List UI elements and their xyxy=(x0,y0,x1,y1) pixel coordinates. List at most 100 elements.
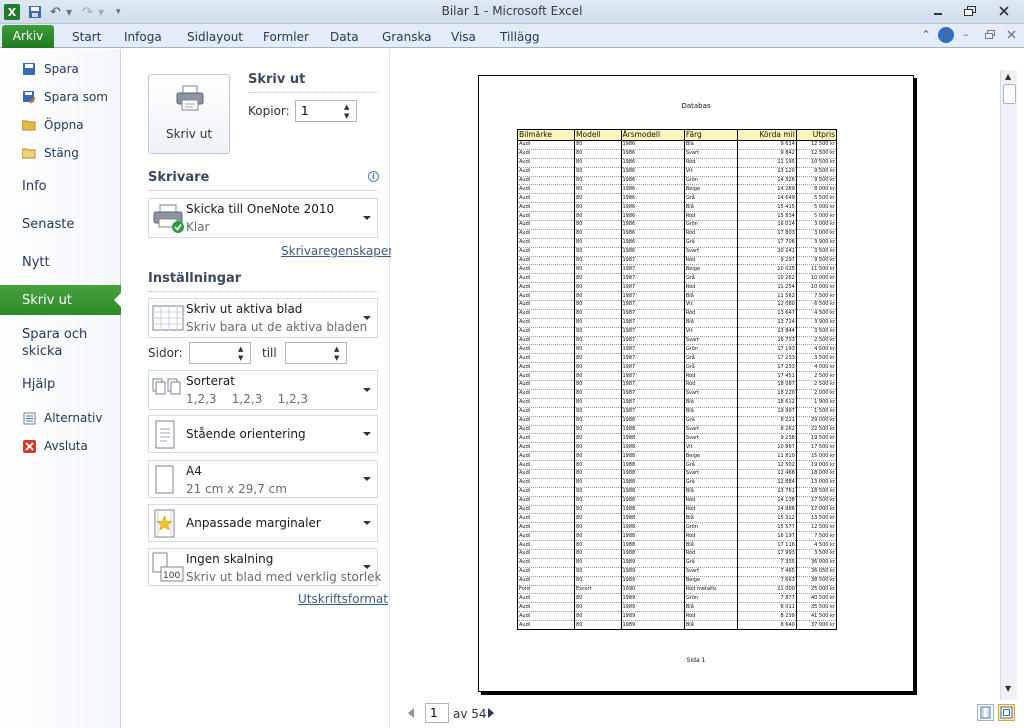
printer-name: Skicka till OneNote 2010 xyxy=(186,202,335,216)
doc-close-icon[interactable] xyxy=(1007,28,1016,42)
close-icon[interactable] xyxy=(990,2,1018,20)
data-table: Bilmärke Modell Årsmodell Färg Körda mil Utpr… xyxy=(516,129,838,630)
table-cell: Audi xyxy=(516,398,576,408)
scaling-dropdown[interactable]: 100 Ingen skalning Skriv ut blad med ver… xyxy=(148,548,381,586)
restore-icon[interactable] xyxy=(956,2,984,20)
table-cell: 80 xyxy=(574,371,622,382)
spin-up-icon[interactable]: ▲ xyxy=(238,345,248,353)
page-footer: Sida 1 xyxy=(686,657,706,664)
scroll-thumb[interactable] xyxy=(1003,84,1016,104)
spin-down-icon[interactable]: ▼ xyxy=(334,354,344,362)
table-row: Audi 80 1987 Svart 16 733 2 500 kr xyxy=(516,336,838,346)
table-cell: Svart xyxy=(683,389,738,399)
paper-size-dropdown[interactable]: A4 21 cm x 29,7 cm xyxy=(148,460,378,498)
tab-data[interactable]: Data xyxy=(322,27,367,48)
table-cell: 1988 xyxy=(620,478,685,488)
nav-nytt[interactable]: Nytt xyxy=(0,252,121,272)
margins-star-icon xyxy=(154,509,175,538)
table-cell: 1989 xyxy=(620,593,685,604)
table-cell: 80 xyxy=(574,140,622,150)
scroll-down-icon[interactable]: ▼ xyxy=(1005,684,1011,693)
table-cell: Audi xyxy=(516,256,576,266)
table-cell: Audi xyxy=(516,469,576,479)
to-label: till xyxy=(262,346,277,360)
minimize-ribbon-icon[interactable]: ⌃ xyxy=(921,28,931,42)
table-row: Audi 80 1986 Röd 11 195 10 500 kr xyxy=(516,158,838,168)
printer-properties-link[interactable]: Skrivaregenskaper xyxy=(281,244,393,258)
table-cell: 9 238 xyxy=(736,433,797,444)
nav-alternativ[interactable]: Alternativ xyxy=(0,409,121,427)
vertical-scrollbar[interactable]: ▲ ▼ xyxy=(1000,70,1017,700)
table-cell: Audi xyxy=(516,380,576,390)
nav-spara[interactable]: Spara xyxy=(0,60,121,78)
sheet-icon xyxy=(152,305,184,331)
copies-input[interactable]: 1 ▲ ▼ xyxy=(295,100,357,122)
info-icon[interactable]: i xyxy=(368,171,379,182)
nav-senaste[interactable]: Senaste xyxy=(0,214,121,234)
table-cell: 1987 xyxy=(620,353,685,364)
print-what-dropdown[interactable]: Skriv ut aktiva blad Skriv bara ut de ak… xyxy=(148,298,378,338)
table-cell: Blå xyxy=(683,513,738,524)
column-header: Modell xyxy=(574,129,622,141)
orientation-dropdown[interactable]: Stående orientering xyxy=(148,415,378,453)
table-row: Ford Escort 1990 Röd metallic 11 000 25 000 k… xyxy=(516,585,838,595)
pages-from-input[interactable]: ▲ ▼ xyxy=(189,342,251,364)
table-cell: 1987 xyxy=(620,264,685,275)
tab-start[interactable]: Start xyxy=(64,27,109,48)
print-button[interactable]: Skriv ut xyxy=(148,74,230,154)
spin-up-icon[interactable]: ▲ xyxy=(334,345,344,353)
save-as-icon xyxy=(22,90,36,104)
spin-down-icon[interactable]: ▼ xyxy=(238,354,248,362)
nav-spara-som[interactable]: Spara som xyxy=(0,88,121,106)
margins-dropdown[interactable]: Anpassade marginaler xyxy=(148,504,378,542)
nav-info[interactable]: Info xyxy=(0,176,121,196)
table-row: Audi 80 1989 Grå 7 335 36 000 kr xyxy=(516,558,838,568)
table-cell: 15 312 xyxy=(736,513,797,524)
tab-visa[interactable]: Visa xyxy=(443,27,484,48)
table-cell: 19 997 xyxy=(736,407,797,417)
table-cell: 1987 xyxy=(620,300,685,310)
nav-oppna-label: Öppna xyxy=(44,118,84,132)
nav-spara-och-skicka[interactable]: Spara och skicka xyxy=(0,325,100,361)
table-cell: Audi xyxy=(516,211,576,222)
table-cell: 80 xyxy=(574,193,622,204)
table-cell: 80 xyxy=(574,362,622,373)
zoom-to-page-icon[interactable] xyxy=(998,704,1015,721)
table-cell: 13 724 xyxy=(736,318,797,328)
table-cell: 1986 xyxy=(620,184,685,195)
printer-dropdown[interactable]: Skicka till OneNote 2010 Klar xyxy=(148,198,378,238)
nav-hjalp[interactable]: Hjälp xyxy=(0,374,121,394)
next-page-icon[interactable] xyxy=(488,708,494,718)
tab-granska[interactable]: Granska xyxy=(374,27,440,48)
table-cell: Svart xyxy=(683,425,738,435)
scroll-up-icon[interactable]: ▲ xyxy=(1005,72,1011,81)
table-cell: Audi xyxy=(516,451,576,462)
table-cell: Röd xyxy=(683,229,738,239)
pages-to-input[interactable]: ▲ ▼ xyxy=(285,342,347,364)
help-icon[interactable]: ? xyxy=(938,27,954,43)
table-cell: Audi xyxy=(516,238,576,248)
nav-skriv-ut[interactable]: Skriv ut xyxy=(0,285,122,315)
spin-up-icon[interactable]: ▲ xyxy=(344,103,354,111)
table-cell: 1989 xyxy=(620,567,685,577)
page-total: av 54 xyxy=(453,707,487,721)
tab-formler[interactable]: Formler xyxy=(255,27,317,48)
page-setup-link[interactable]: Utskriftsformat xyxy=(298,592,388,606)
minimize-icon[interactable] xyxy=(924,2,952,20)
nav-oppna[interactable]: Öppna xyxy=(0,116,121,134)
tab-sidlayout[interactable]: Sidlayout xyxy=(179,27,251,48)
tab-infoga[interactable]: Infoga xyxy=(116,27,170,48)
table-cell: 10 000 kr xyxy=(795,273,838,284)
nav-stang[interactable]: Stäng xyxy=(0,144,121,162)
spin-down-icon[interactable]: ▼ xyxy=(344,112,354,120)
tab-arkiv[interactable]: Arkiv xyxy=(2,25,54,48)
collate-dropdown[interactable]: Sorterat 1,2,3 1,2,3 1,2,3 xyxy=(148,370,378,410)
previous-page-icon[interactable] xyxy=(408,708,414,718)
printer-heading: Skrivare xyxy=(148,170,210,185)
nav-avsluta[interactable]: Avsluta xyxy=(0,437,121,455)
doc-minimize-icon[interactable]: – xyxy=(963,28,969,41)
doc-restore-icon[interactable] xyxy=(985,28,995,42)
current-page-input[interactable]: 1 xyxy=(425,703,449,723)
show-margins-icon[interactable] xyxy=(977,704,994,721)
tab-tillagg[interactable]: Tillägg xyxy=(492,27,548,48)
